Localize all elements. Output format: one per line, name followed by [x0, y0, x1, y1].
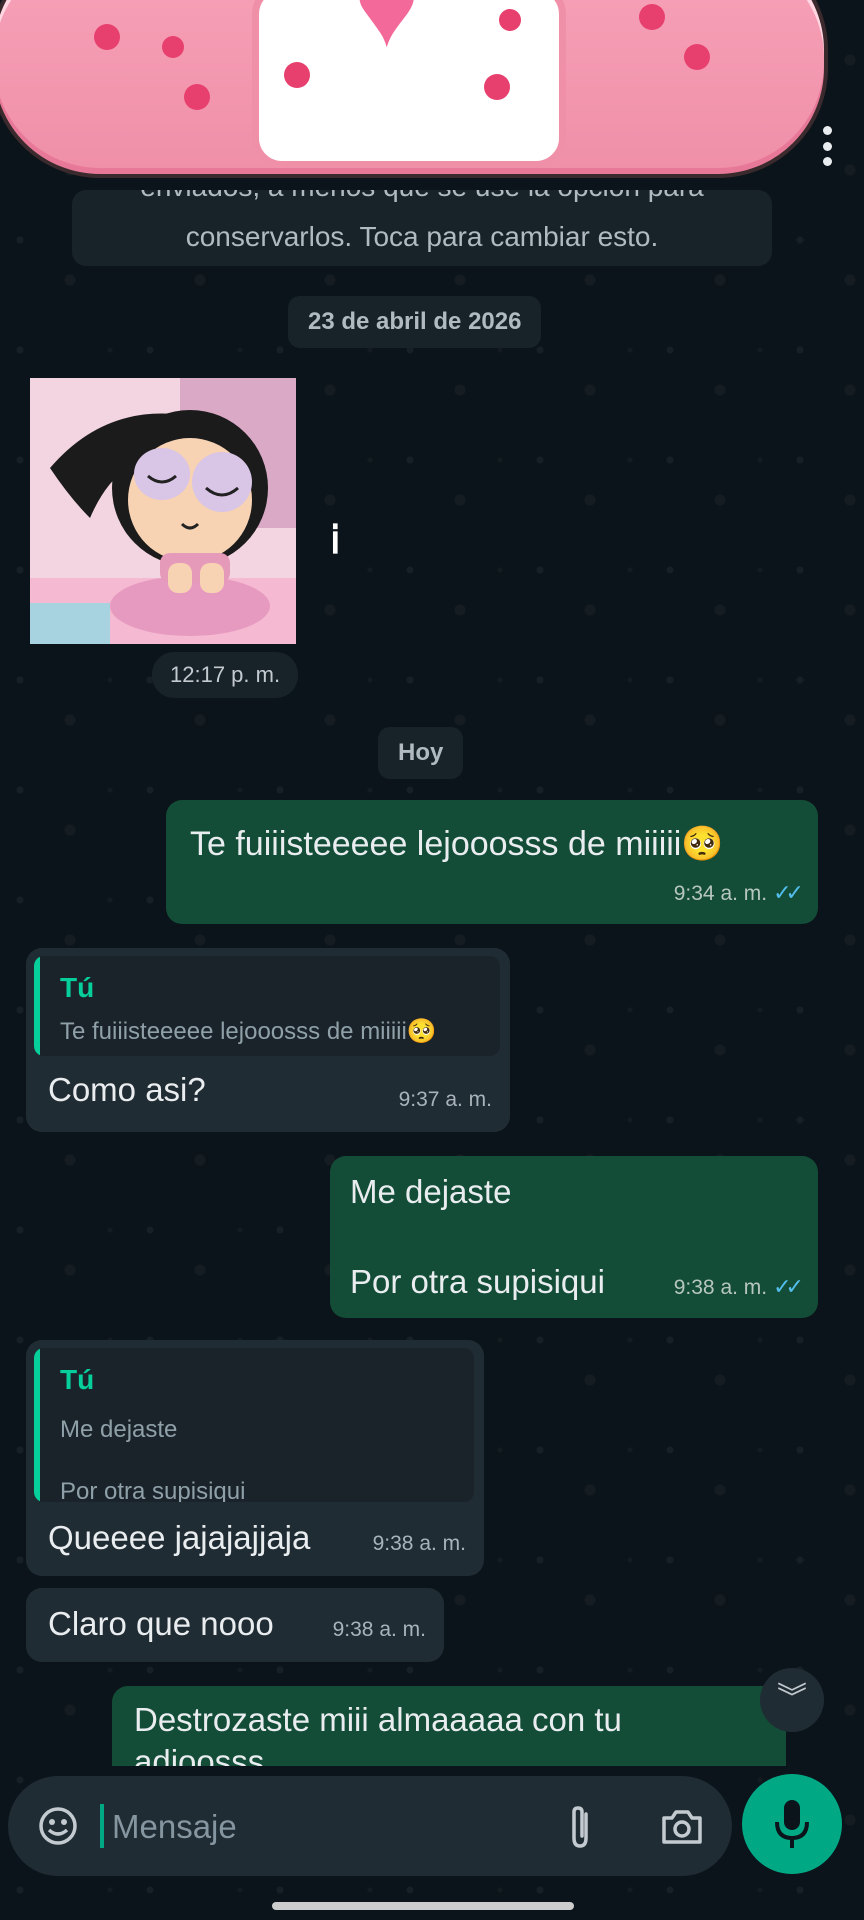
notice-line-1: enviados, a menos que se use la opción p…: [72, 190, 772, 206]
message-time: 9:38 a. m.: [332, 1618, 426, 1641]
message-line-1: Destrozaste miii almaaaaa con tu: [134, 1701, 622, 1738]
date-separator-today: Hoy: [378, 727, 464, 779]
incoming-message[interactable]: Tú Me dejaste Por otra supisiqui Queeee …: [26, 1340, 484, 1576]
camera-icon[interactable]: [660, 1806, 704, 1846]
message-text: Claro que nooo: [48, 1605, 274, 1642]
message-time: 9:34 a. m.: [673, 882, 768, 905]
message-line-2: Por otra supisiqui: [350, 1263, 605, 1300]
scroll-to-bottom-button[interactable]: ︾: [760, 1668, 824, 1732]
message-input[interactable]: [110, 1802, 534, 1852]
message-meta: 9:34 a. m. ✓✓: [673, 873, 804, 914]
sticker-dot: [94, 24, 120, 50]
notice-line-2: conservarlos. Toca para cambiar esto.: [185, 221, 659, 252]
message-line-2: adioosss: [134, 1743, 265, 1766]
message-text: Como asi?: [48, 1071, 206, 1108]
outgoing-message[interactable]: Te fuiiisteeeee lejooosss de miiiii🥺 9:3…: [166, 800, 818, 924]
disappearing-messages-notice[interactable]: enviados, a menos que se use la opción p…: [72, 190, 772, 266]
voice-message-button[interactable]: [742, 1774, 842, 1874]
message-time: 9:38 a. m.: [372, 1532, 466, 1555]
read-ticks-icon: ✓✓: [773, 1274, 804, 1299]
home-indicator[interactable]: [272, 1902, 574, 1910]
sticker-dot: [162, 36, 184, 58]
sticker-dot: [499, 9, 521, 31]
mic-icon: [775, 1800, 809, 1848]
double-chevron-down-icon: ︾: [777, 1682, 807, 1715]
quoted-message[interactable]: Tú Te fuiiisteeeee lejooosss de miiiii🥺: [34, 956, 500, 1056]
sticker-dot: [639, 4, 665, 30]
incoming-message[interactable]: Claro que nooo 9:38 a. m.: [26, 1588, 444, 1662]
image-timestamp: 12:17 p. m.: [152, 652, 299, 698]
message-text: Te fuiiisteeeee lejooosss de miiiii🥺: [190, 825, 724, 863]
quoted-message[interactable]: Tú Me dejaste Por otra supisiqui: [34, 1348, 474, 1502]
text-cursor: [100, 1804, 104, 1848]
image-message[interactable]: [30, 378, 296, 644]
outgoing-message[interactable]: Me dejaste Por otra supisiqui 9:38 a. m.…: [330, 1156, 818, 1318]
quote-text: Te fuiiisteeeee lejooosss de miiiii🥺: [60, 1018, 437, 1045]
message-time: 9:38 a. m.: [673, 1276, 768, 1299]
quote-line-2: Por otra supisiqui: [60, 1478, 246, 1502]
read-ticks-icon: ✓✓: [773, 880, 804, 905]
message-meta: 9:38 a. m. ✓✓: [673, 1267, 804, 1308]
message-time: 9:37 a. m.: [398, 1088, 492, 1111]
sticker-dot: [284, 62, 310, 88]
quote-bar: [34, 956, 40, 1056]
sticker-dot: [684, 44, 710, 70]
message-text: Queeee jajajajjaja: [48, 1519, 311, 1556]
outgoing-message-partial[interactable]: Destrozaste miii almaaaaa con tu adiooss…: [112, 1686, 786, 1766]
message-line-1: Me dejaste: [350, 1173, 512, 1210]
date-separator: 23 de abril de 2026: [288, 296, 542, 348]
quote-author: Tú: [60, 1364, 95, 1395]
info-download-icon[interactable]: ⅰ: [330, 518, 354, 562]
quote-author: Tú: [60, 972, 95, 1003]
cartoon-image: [30, 378, 296, 644]
quote-line-1: Me dejaste: [60, 1416, 178, 1443]
incoming-message[interactable]: Tú Te fuiiisteeeee lejooosss de miiiii🥺 …: [26, 948, 510, 1132]
attach-icon[interactable]: [564, 1804, 596, 1850]
message-composer: [8, 1776, 732, 1876]
bandage-sticker: ♥: [0, 0, 828, 178]
sticker-dot: [484, 74, 510, 100]
sticker-dot: [184, 84, 210, 110]
more-vert-icon[interactable]: [822, 126, 832, 166]
heart-icon: ♥: [354, 0, 420, 70]
emoji-icon[interactable]: [38, 1806, 78, 1846]
quote-bar: [34, 1348, 40, 1502]
